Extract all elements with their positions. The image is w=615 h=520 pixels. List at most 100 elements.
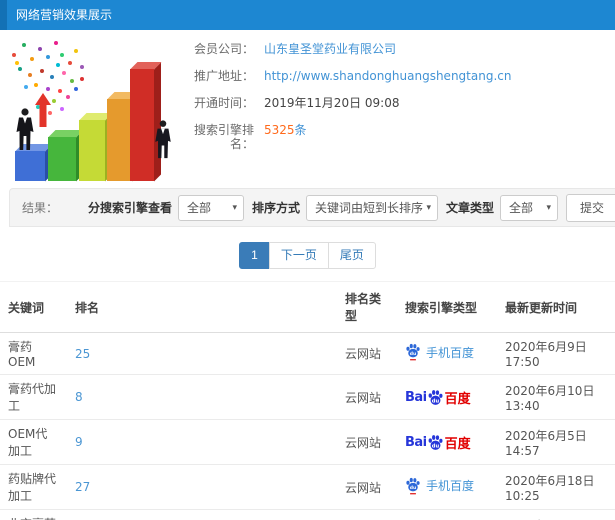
- page-button-next[interactable]: 下一页: [268, 242, 329, 269]
- engine-type-cell: Baidu 百度: [397, 374, 497, 420]
- keyword-cell: 北京膏药贴牌: [0, 509, 67, 520]
- rank-type-cell: 云网站: [337, 419, 397, 465]
- growth-chart-illustration: [0, 35, 182, 185]
- engine-type-cell: Baidu 百度: [397, 419, 497, 465]
- svg-text:du: du: [410, 351, 416, 357]
- results-table: 关键词 排名 排名类型 搜索引擎类型 最新更新时间 膏药OEM 25 云网站 du 手机…: [0, 281, 615, 520]
- businessman-left-icon: [16, 108, 34, 150]
- open-time-value: 2019年11月20日 09:08: [264, 96, 400, 110]
- engine-select-value: 全部: [186, 200, 211, 215]
- promo-url-label: 推广地址：: [193, 69, 254, 83]
- chart-bar-orange: [107, 92, 139, 181]
- table-row: 膏药OEM 25 云网站 du 手机百度 2020年6月9日 17:50: [0, 332, 615, 375]
- baidu-logo[interactable]: Bai du 百度: [405, 388, 471, 407]
- chart-bar-green: [48, 130, 83, 181]
- baidu-logo-cn: 百度: [444, 436, 471, 452]
- mobile-baidu-badge[interactable]: du 手机百度: [405, 477, 474, 495]
- filter-bar: 结果： 分搜索引擎查看 全部 排序方式 关键词由短到长排序 文章类型 全部 提交: [9, 188, 615, 227]
- field-open-time: 开通时间： 2019年11月20日 09:08: [182, 96, 615, 110]
- article-type-select[interactable]: 全部: [500, 194, 558, 221]
- baidu-logo[interactable]: Bai du 百度: [405, 433, 471, 452]
- result-label: 结果：: [22, 201, 59, 215]
- growth-arrow-icon: [35, 93, 51, 127]
- table-row: 北京膏药贴牌1云网站Baidu百度2020年6月11日 11:18: [0, 509, 615, 520]
- updated-cell: 2020年6月5日 14:57: [497, 419, 615, 465]
- info-section: 会员公司： 山东皇圣堂药业有限公司 推广地址： http://www.shand…: [0, 30, 615, 188]
- updated-cell: 2020年6月18日 10:25: [497, 464, 615, 510]
- engine-type-cell: du 手机百度: [397, 332, 497, 375]
- sort-select-value: 关键词由短到长排序: [314, 200, 423, 215]
- baidu-logo-bai: Bai: [405, 434, 427, 450]
- article-type-label: 文章类型: [445, 201, 494, 215]
- svg-text:du: du: [410, 485, 416, 491]
- results-table-body: 膏药OEM 25 云网站 du 手机百度 2020年6月9日 17:50 膏药代加工 8 云网站…: [0, 332, 615, 520]
- table-row: 膏药代加工 8 云网站 Bai du 百度 2020年6月10日 13:40: [0, 374, 615, 420]
- member-company-link[interactable]: 山东皇圣堂药业有限公司: [264, 42, 396, 56]
- mobile-baidu-icon: du: [406, 343, 420, 361]
- rank-cell[interactable]: 9: [67, 419, 337, 465]
- engine-type-cell: Baidu百度: [397, 509, 497, 520]
- mobile-baidu-badge[interactable]: du 手机百度: [405, 343, 474, 361]
- svg-text:du: du: [431, 443, 439, 449]
- field-member-company: 会员公司： 山东皇圣堂药业有限公司: [182, 42, 615, 56]
- businessman-right-icon: [155, 120, 171, 159]
- rank-cell[interactable]: 8: [67, 374, 337, 420]
- updated-cell: 2020年6月11日 11:18: [497, 509, 615, 520]
- keyword-cell: 膏药代加工: [0, 374, 67, 420]
- header-updated: 最新更新时间: [497, 281, 615, 333]
- filter-controls: 分搜索引擎查看 全部 排序方式 关键词由短到长排序 文章类型 全部 提交: [80, 193, 615, 222]
- rank-type-cell: 云网站: [337, 374, 397, 420]
- updated-cell: 2020年6月9日 17:50: [497, 332, 615, 375]
- pagination: 1 下一页 尾页: [0, 227, 615, 281]
- page-title: 网络营销效果展示: [16, 8, 113, 22]
- page-button-last[interactable]: 尾页: [327, 242, 376, 269]
- chart-bar-yellow: [79, 113, 112, 181]
- engine-select[interactable]: 全部: [177, 194, 244, 221]
- engine-type-cell: du 手机百度: [397, 464, 497, 510]
- sort-filter-label: 排序方式: [251, 201, 300, 215]
- company-profile: 会员公司： 山东皇圣堂药业有限公司 推广地址： http://www.shand…: [182, 35, 615, 188]
- engine-rank-count-label: 搜索引擎排名：: [193, 123, 254, 151]
- rank-cell[interactable]: 1: [67, 509, 337, 520]
- baidu-logo-cn: 百度: [444, 391, 471, 407]
- mobile-baidu-icon: du: [406, 477, 420, 494]
- field-promo-url: 推广地址： http://www.shandonghuangshengtang.…: [182, 69, 615, 83]
- submit-button[interactable]: 提交: [566, 193, 615, 222]
- field-engine-rank-count: 搜索引擎排名： 5325条: [182, 123, 615, 151]
- keyword-cell: 药贴牌代加工: [0, 464, 67, 510]
- member-company-label: 会员公司：: [193, 42, 254, 56]
- keyword-cell: 膏药OEM: [0, 332, 67, 375]
- rank-type-cell: 云网站: [337, 332, 397, 375]
- table-header-row: 关键词 排名 排名类型 搜索引擎类型 最新更新时间: [0, 281, 615, 333]
- keyword-cell: OEM代加工: [0, 419, 67, 465]
- open-time-label: 开通时间：: [193, 96, 254, 110]
- rank-count-unit: 条: [294, 123, 307, 137]
- engine-filter-label: 分搜索引擎查看: [87, 201, 172, 215]
- header-rank-type: 排名类型: [337, 281, 397, 333]
- engine-rank-count-value[interactable]: 5325条: [264, 123, 307, 151]
- updated-cell: 2020年6月10日 13:40: [497, 374, 615, 420]
- mobile-baidu-label: 手机百度: [426, 345, 475, 360]
- header-engine-type: 搜索引擎类型: [397, 281, 497, 333]
- rank-cell[interactable]: 27: [67, 464, 337, 510]
- table-row: 药贴牌代加工 27 云网站 du 手机百度 2020年6月18日 10:25: [0, 464, 615, 510]
- baidu-logo-bai: Bai: [405, 389, 427, 405]
- table-row: OEM代加工 9 云网站 Bai du 百度 2020年6月5日 14:57: [0, 419, 615, 465]
- rank-type-cell: 云网站: [337, 509, 397, 520]
- promo-url-link[interactable]: http://www.shandonghuangshengtang.cn: [264, 69, 511, 83]
- svg-text:du: du: [431, 398, 439, 404]
- page-header: 网络营销效果展示: [0, 0, 615, 30]
- baidu-paw-icon: du: [428, 434, 443, 450]
- page-button-current[interactable]: 1: [239, 242, 270, 269]
- baidu-paw-icon: du: [428, 389, 443, 405]
- header-rank: 排名: [67, 281, 337, 333]
- chart-bar-red: [130, 62, 161, 181]
- rank-count-number: 5325: [264, 123, 295, 137]
- header-keyword: 关键词: [0, 281, 67, 333]
- rank-cell[interactable]: 25: [67, 332, 337, 375]
- chart-bar-blue: [15, 144, 52, 181]
- article-type-select-value: 全部: [509, 200, 534, 215]
- mobile-baidu-label: 手机百度: [426, 479, 475, 493]
- sort-select[interactable]: 关键词由短到长排序: [305, 194, 438, 221]
- rank-type-cell: 云网站: [337, 464, 397, 510]
